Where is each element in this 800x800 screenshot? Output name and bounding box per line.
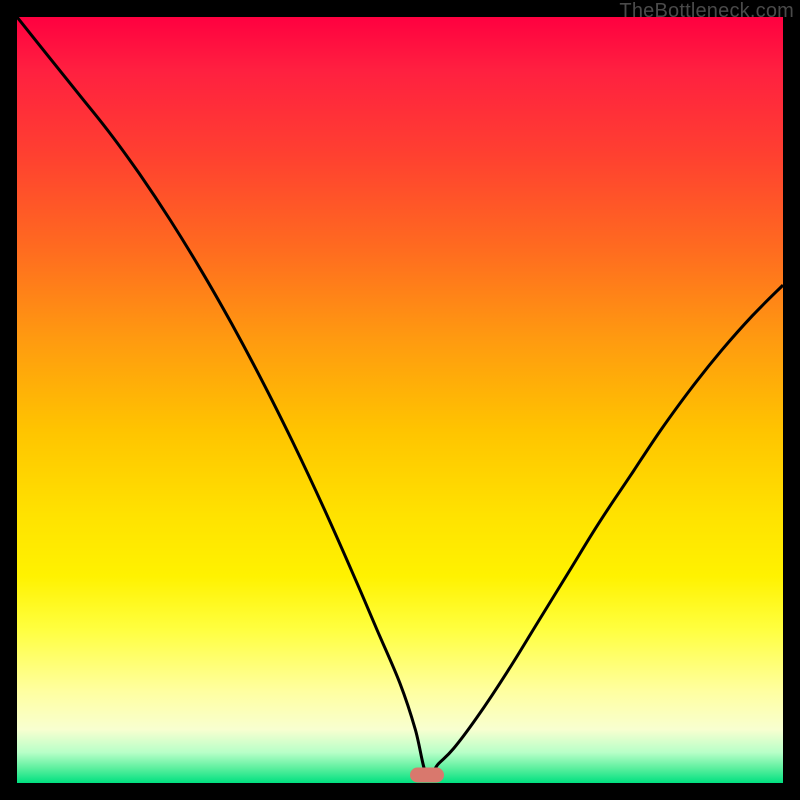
- watermark-text: TheBottleneck.com: [619, 0, 794, 23]
- chart-frame: TheBottleneck.com: [0, 0, 800, 800]
- plot-area: [17, 17, 783, 783]
- curve-path: [17, 17, 783, 777]
- bottleneck-curve: [17, 17, 783, 783]
- optimal-point-marker: [410, 768, 444, 783]
